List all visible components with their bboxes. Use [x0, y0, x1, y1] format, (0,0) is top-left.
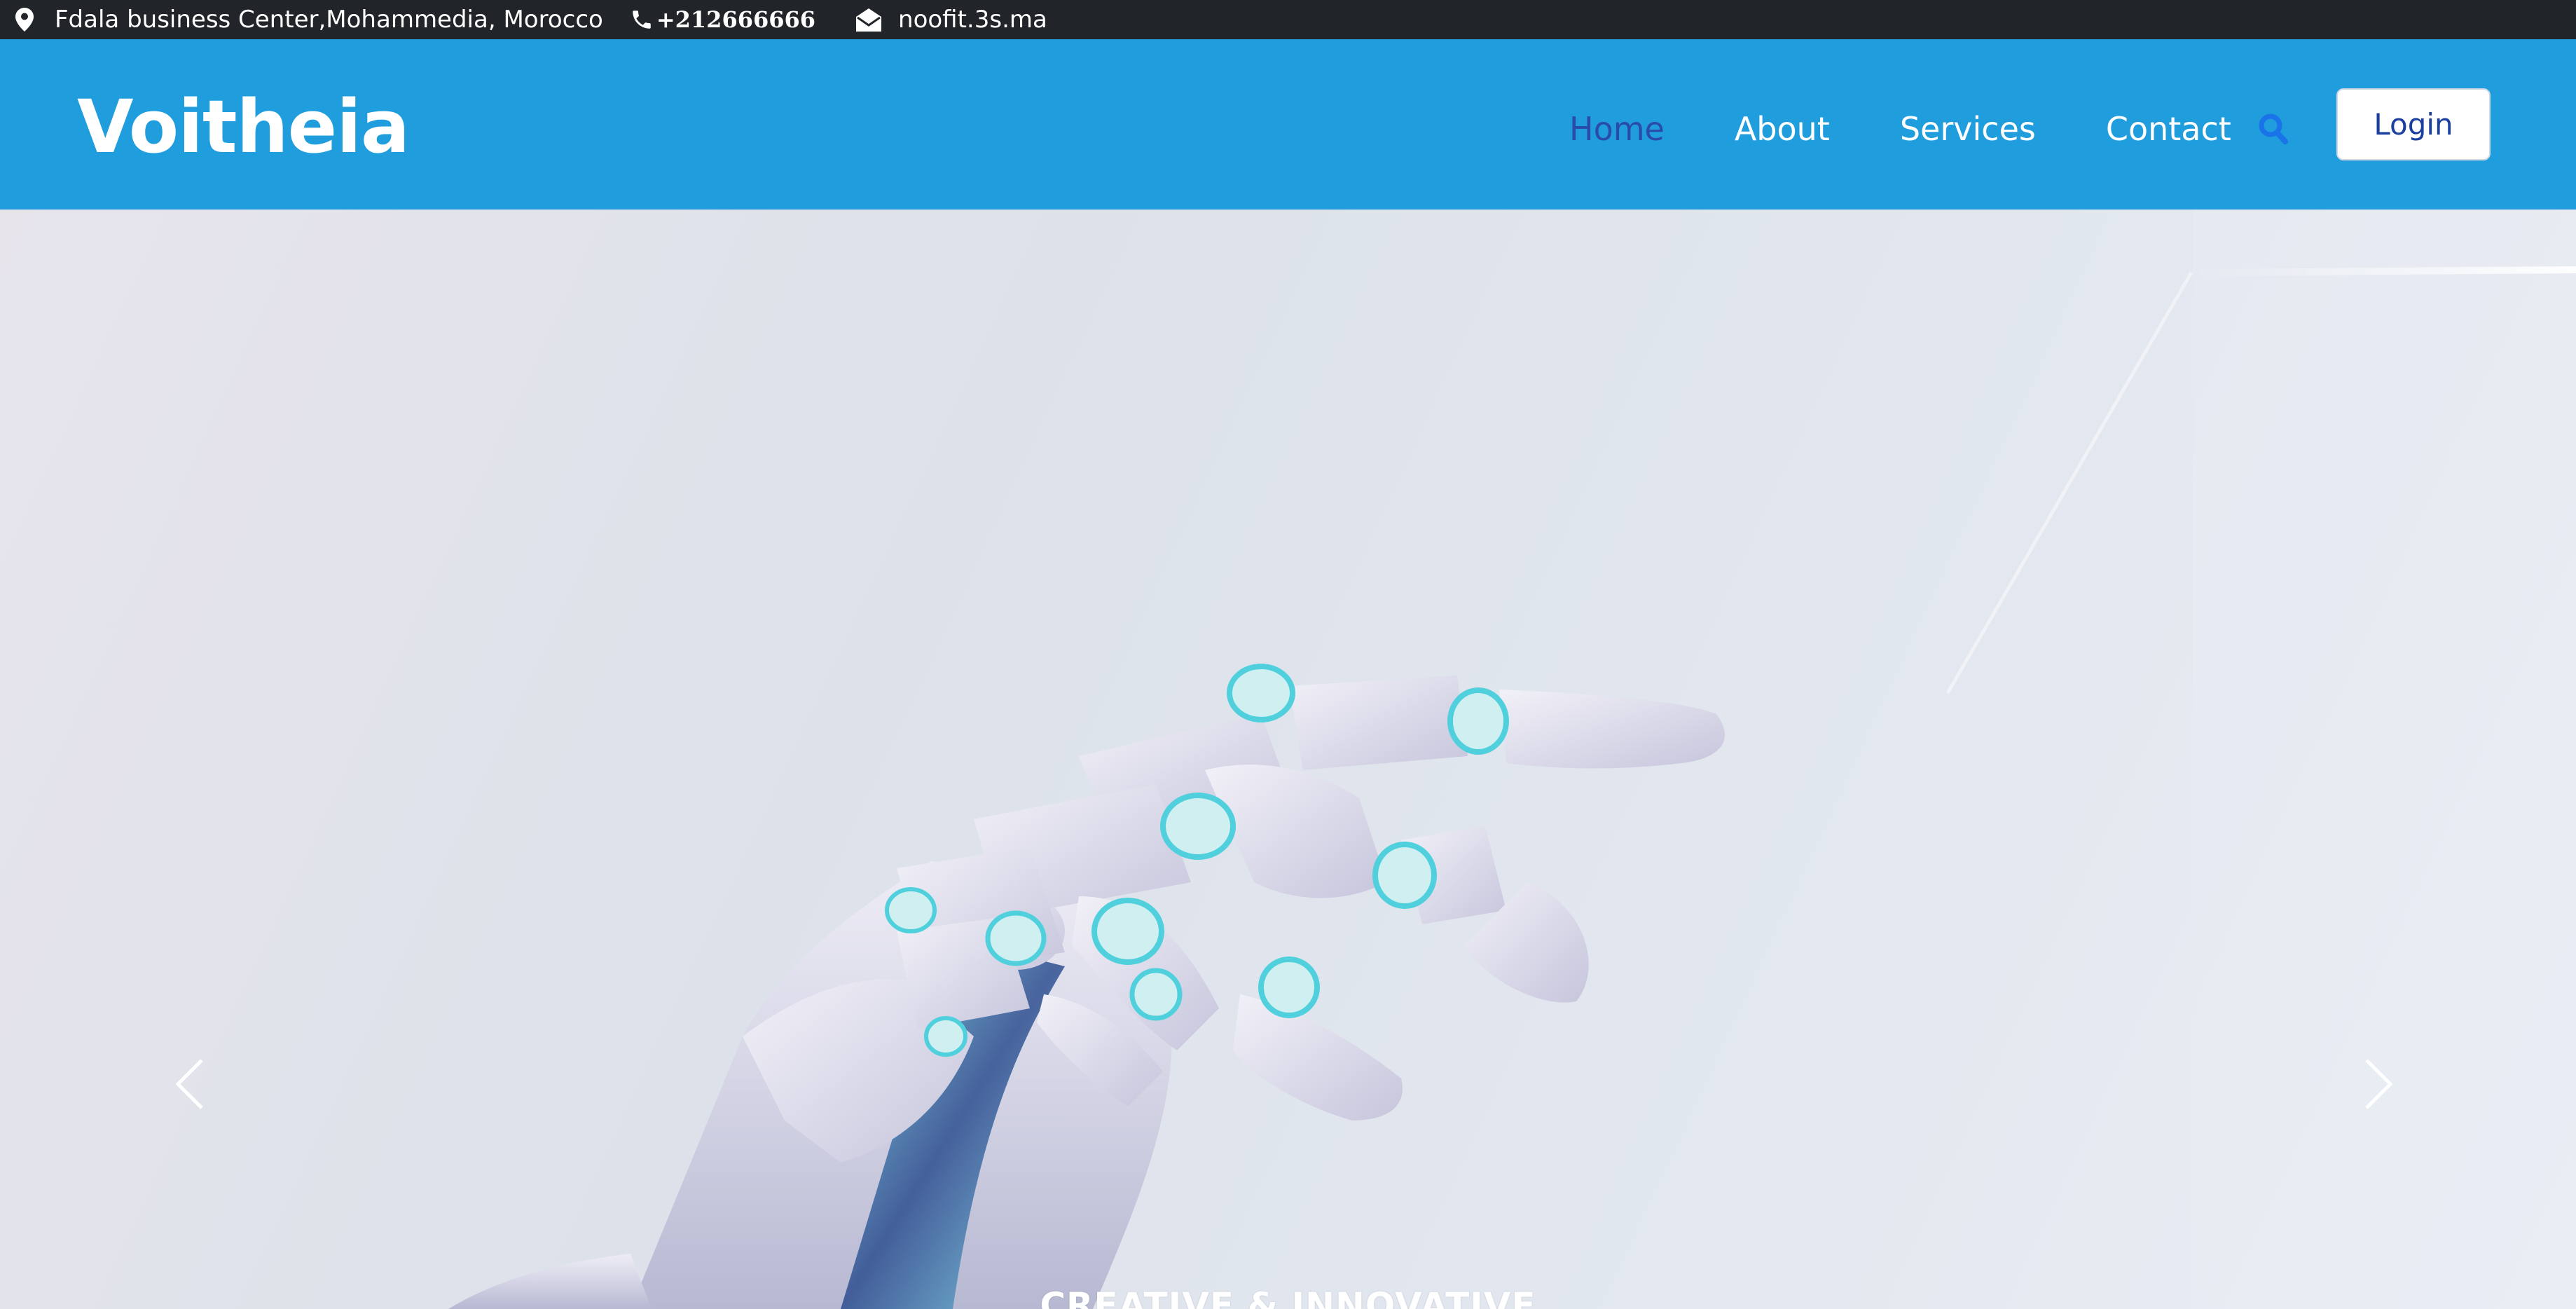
envelope-open-icon	[856, 8, 882, 32]
nav-link-contact[interactable]: Contact	[2106, 110, 2231, 148]
address-info: Fdala business Center,Mohammedia, Morocc…	[15, 6, 603, 34]
chevron-right-icon	[2364, 1057, 2395, 1113]
nav-link-about[interactable]: About	[1735, 110, 1830, 148]
email-text: noofit.3s.ma	[898, 6, 1047, 34]
carousel-next-button[interactable]	[2351, 1043, 2407, 1128]
top-info-bar: Fdala business Center,Mohammedia, Morocc…	[0, 0, 2576, 39]
email-info: noofit.3s.ma	[856, 6, 1047, 34]
nav-link-home[interactable]: Home	[1569, 110, 1665, 148]
phone-info: +212666666	[630, 6, 815, 33]
map-marker-icon	[15, 8, 34, 32]
chevron-left-icon	[174, 1057, 205, 1113]
carousel-prev-button[interactable]	[161, 1043, 217, 1128]
hero-carousel: CREATIVE & INNOVATIVE	[0, 210, 2576, 1309]
address-text: Fdala business Center,Mohammedia, Morocc…	[55, 6, 603, 34]
search-icon[interactable]	[2257, 111, 2289, 147]
robotic-hand-image	[448, 210, 2576, 1309]
brand-logo[interactable]: Voitheia	[77, 87, 410, 167]
nav-link-services[interactable]: Services	[1900, 110, 2036, 148]
phone-text: +212666666	[656, 6, 816, 33]
nav-links: Home About Services Contact	[1569, 101, 2231, 157]
hero-caption: CREATIVE & INNOVATIVE	[1040, 1285, 1536, 1309]
phone-icon	[630, 8, 654, 32]
login-button[interactable]: Login	[2336, 88, 2491, 160]
main-navbar: Voitheia Home About Services Contact Log…	[0, 39, 2576, 210]
